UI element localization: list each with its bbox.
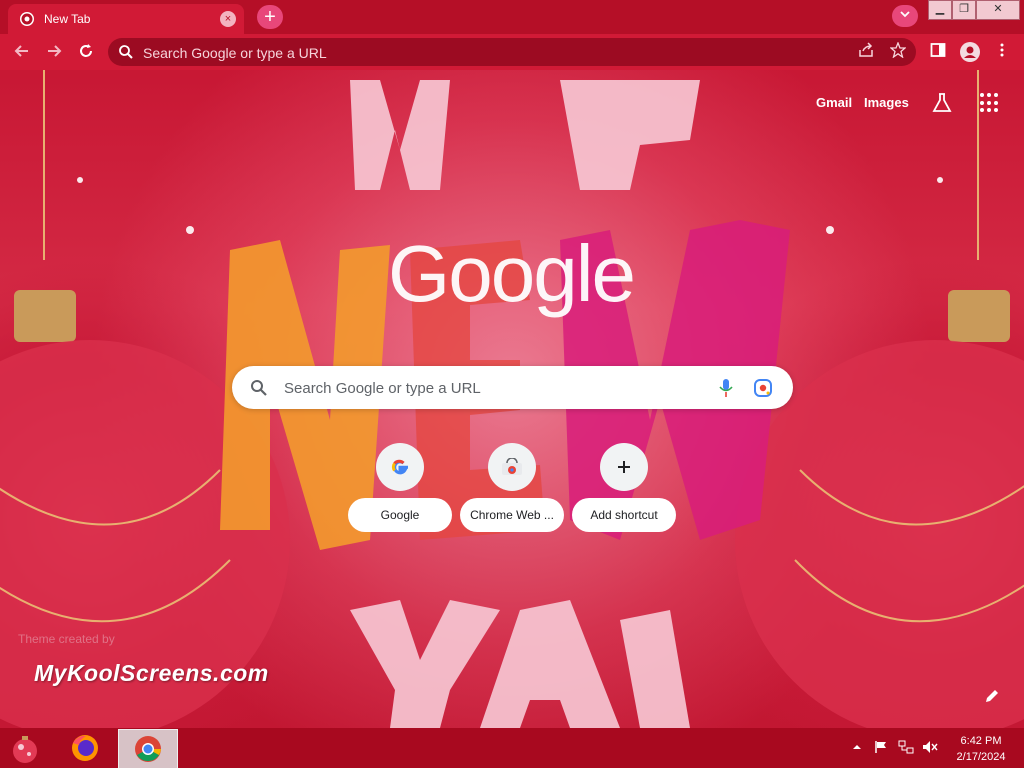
clock-time: 6:42 PM (960, 735, 1002, 747)
speaker-muted-icon (923, 741, 938, 753)
google-lens-icon (754, 379, 772, 397)
back-button[interactable] (12, 42, 32, 62)
search-icon (118, 44, 134, 65)
image-search-button[interactable] (753, 378, 773, 403)
side-panel-button[interactable] (928, 42, 948, 62)
tab-title: New Tab (44, 12, 91, 26)
chrome-web-store-icon (488, 443, 536, 491)
share-button[interactable] (856, 42, 876, 62)
shortcut-google[interactable]: Google (348, 443, 452, 533)
forward-button[interactable] (44, 42, 64, 62)
voice-search-button[interactable] (719, 378, 733, 403)
bookmark-button[interactable] (888, 41, 908, 62)
chevron-down-icon (900, 11, 910, 18)
window-close-button[interactable]: ✕ (976, 0, 1020, 20)
start-button[interactable] (8, 732, 42, 766)
microphone-icon (719, 379, 733, 397)
tab-new-tab[interactable]: New Tab × (8, 4, 244, 34)
address-input[interactable] (141, 42, 825, 64)
firefox-icon (72, 735, 98, 761)
menu-button[interactable] (992, 42, 1012, 62)
pencil-icon (986, 690, 998, 702)
new-tab-button[interactable]: + (257, 5, 283, 29)
flag-icon (875, 741, 886, 753)
google-g-icon (376, 443, 424, 491)
arrow-right-icon (48, 45, 62, 57)
address-bar[interactable] (108, 38, 916, 66)
search-icon (250, 379, 268, 402)
chrome-favicon-icon (20, 12, 34, 26)
search-box[interactable] (232, 366, 793, 409)
taskbar-clock[interactable]: 6:42 PM 2/17/2024 (950, 733, 1012, 765)
search-input[interactable] (282, 376, 706, 400)
shortcut-label: Chrome Web ... (460, 498, 564, 532)
reload-button[interactable] (76, 42, 96, 62)
shortcut-label: Add shortcut (572, 498, 676, 532)
taskbar-firefox[interactable] (56, 729, 114, 767)
theme-credit-link[interactable]: Theme created by (18, 632, 115, 646)
shortcut-add[interactable]: Add shortcut (572, 443, 676, 533)
google-logo: Google (388, 229, 636, 318)
reload-icon (80, 44, 92, 57)
ornament-start-icon (13, 736, 37, 763)
minimize-button[interactable]: ▁ (928, 0, 952, 20)
taskbar (0, 728, 1024, 768)
shortcut-label: Google (348, 498, 452, 532)
watermark-text: MyKoolScreens.com (34, 660, 269, 686)
clock-date: 2/17/2024 (956, 751, 1006, 763)
images-link[interactable]: Images (864, 95, 909, 110)
network-button[interactable] (898, 740, 914, 757)
taskbar-chrome[interactable] (118, 729, 178, 768)
google-apps-button[interactable] (980, 93, 1000, 113)
tab-close-button[interactable]: × (220, 11, 236, 27)
network-icon (898, 740, 914, 754)
arrow-left-icon (14, 45, 28, 57)
action-center-button[interactable] (874, 740, 888, 757)
gmail-link[interactable]: Gmail (816, 95, 852, 110)
volume-button[interactable] (922, 740, 938, 757)
tab-search-button[interactable] (892, 5, 918, 27)
customize-chrome-button[interactable] (984, 688, 1000, 704)
restore-button[interactable]: ❐ (952, 0, 976, 20)
chrome-icon (135, 736, 161, 762)
avatar-icon (960, 42, 980, 62)
flask-icon (932, 93, 952, 112)
star-icon (889, 41, 907, 59)
shortcut-chrome-web-store[interactable]: Chrome Web ... (460, 443, 564, 533)
chevron-up-icon (853, 745, 861, 749)
more-vertical-icon (1000, 43, 1004, 57)
side-panel-icon (930, 43, 946, 57)
labs-button[interactable] (932, 92, 952, 114)
share-icon (859, 42, 873, 57)
plus-icon (600, 443, 648, 491)
profile-button[interactable] (960, 42, 980, 62)
show-hidden-icons-button[interactable] (852, 741, 862, 755)
